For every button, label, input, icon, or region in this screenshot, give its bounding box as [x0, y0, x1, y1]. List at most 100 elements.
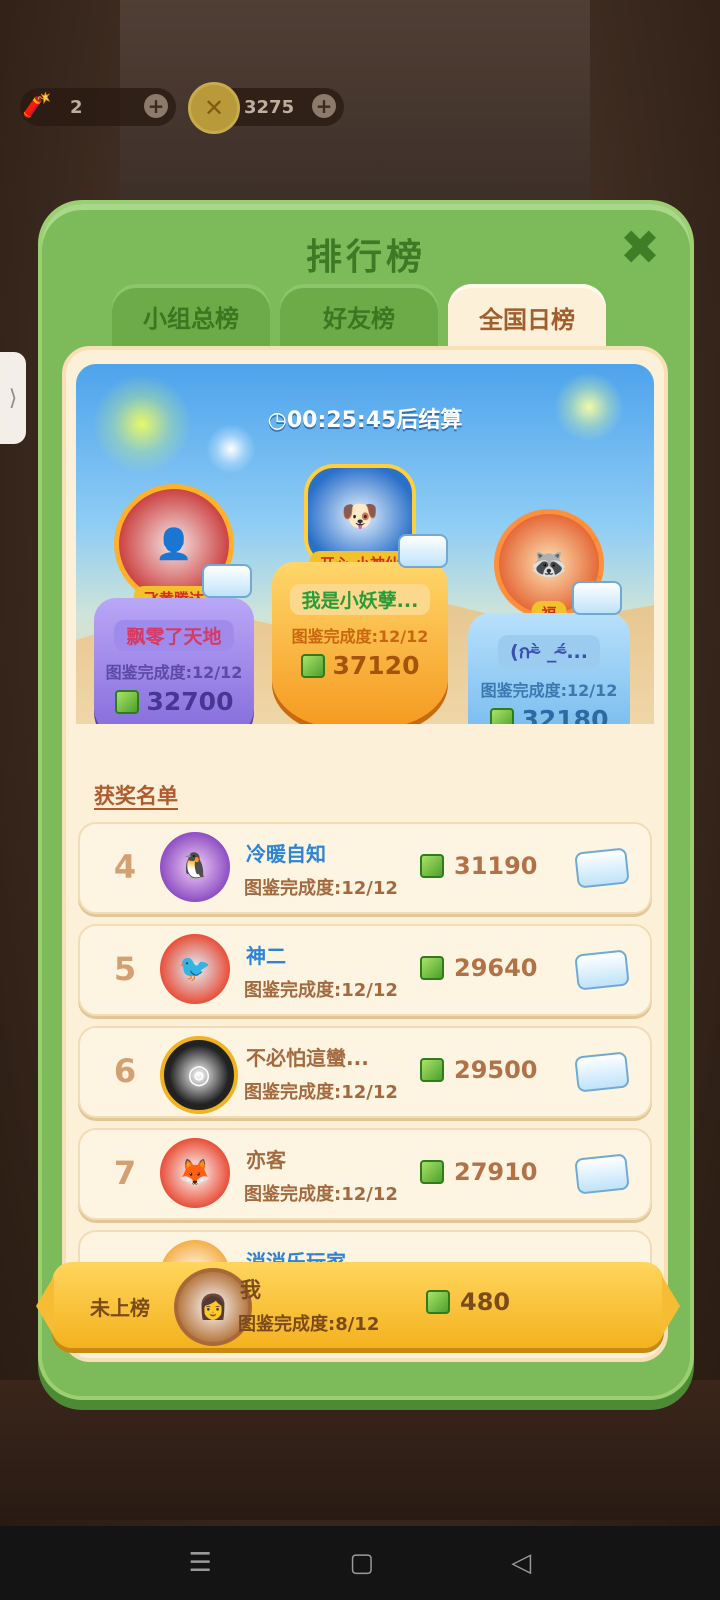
- ranking-list[interactable]: 4 🐧 冷暖自知 图鉴完成度:12/12 31190 5 🐦 神二 图鉴完成度:…: [78, 822, 652, 1332]
- score-value: 31190: [454, 852, 538, 880]
- settlement-timer: ◷00:25:45后结算: [76, 402, 654, 434]
- timer-text: 00:25:45后结算: [286, 408, 463, 433]
- collection-progress: 图鉴完成度:12/12: [244, 1082, 398, 1103]
- dialog-title: 排行榜: [305, 237, 426, 278]
- my-score: 480: [426, 1288, 510, 1316]
- score-value: 32700: [146, 687, 234, 716]
- tab-national-daily[interactable]: 全国日榜: [448, 284, 606, 350]
- my-collection-progress: 图鉴完成度:8/12: [238, 1314, 380, 1335]
- system-nav-bar: ☰ ▢ ◁: [0, 1526, 720, 1600]
- home-icon[interactable]: ▢: [349, 1548, 374, 1578]
- add-item-button[interactable]: +: [144, 94, 168, 118]
- list-item[interactable]: 7 🦊 亦客 图鉴完成度:12/12 27910: [78, 1128, 652, 1220]
- raccoon-icon: 🦝: [530, 546, 568, 582]
- score: 29640: [420, 954, 538, 982]
- rank-number: 5: [113, 950, 137, 988]
- firecracker-icon: 🧨: [22, 91, 52, 119]
- close-button[interactable]: ✖: [614, 222, 666, 274]
- blue-dog-icon: 🐶: [341, 498, 379, 534]
- spiral-icon: ◎: [187, 1060, 211, 1090]
- my-rank-status: 未上榜: [90, 1296, 150, 1320]
- podium-third[interactable]: 🦝 福 (ก⁼̴̀ _⁼̴́... 图鉴完成度:12/12 32180: [468, 509, 630, 724]
- collection-progress: 图鉴完成度:12/12: [244, 878, 398, 899]
- podium-first[interactable]: 🐶 开心 小神仙 我是小妖孽... 图鉴完成度:12/12 37120: [272, 464, 448, 724]
- coin-icon: ✕: [188, 82, 240, 134]
- bird-icon: 🐦: [178, 954, 212, 984]
- score-value: 27910: [454, 1158, 538, 1186]
- podium-card: 飘零了天地 图鉴完成度:12/12 32700: [94, 598, 254, 724]
- collection-progress: 图鉴完成度:12/12: [244, 1184, 398, 1205]
- green-cube-icon: [420, 1160, 444, 1184]
- currency-bar: 🧨 2 + ✕ 3275 +: [20, 82, 344, 134]
- player-name: 飘零了天地: [114, 620, 234, 651]
- avatar: ◎: [160, 1036, 238, 1114]
- player-portrait-icon: 👩: [198, 1293, 228, 1321]
- reward-box-icon: [574, 1051, 630, 1093]
- rank-number: 7: [113, 1154, 137, 1192]
- back-icon[interactable]: ◁: [511, 1548, 531, 1578]
- score: 29500: [420, 1056, 538, 1084]
- reward-box-icon: [574, 949, 630, 991]
- player-portrait-icon: 👤: [155, 526, 193, 562]
- score: 32180: [476, 705, 622, 724]
- podium-stage: ◷00:25:45后结算 👤 飞黄腾达 飘零了天地 图鉴完成度:12/12 32…: [76, 364, 654, 724]
- score-value: 37120: [332, 651, 420, 680]
- score-value: 29500: [454, 1056, 538, 1084]
- green-cube-icon: [300, 653, 325, 678]
- winners-list-title: 获奖名单: [94, 784, 178, 808]
- green-cube-icon: [114, 689, 139, 714]
- reward-box-icon: [574, 847, 630, 889]
- coin-count: 3275: [244, 96, 295, 118]
- score-value: 29640: [454, 954, 538, 982]
- podium-card: 我是小妖孽... 图鉴完成度:12/12 37120: [272, 562, 448, 724]
- player-name: 冷暖自知: [246, 842, 326, 866]
- list-item[interactable]: 4 🐧 冷暖自知 图鉴完成度:12/12 31190: [78, 822, 652, 914]
- tab-group-total[interactable]: 小组总榜: [112, 284, 270, 348]
- player-name: 亦客: [246, 1148, 286, 1172]
- score: 32700: [102, 687, 246, 716]
- reward-box-icon: [398, 534, 448, 568]
- tab-friends[interactable]: 好友榜: [280, 284, 438, 348]
- rank-number: 6: [113, 1052, 137, 1090]
- player-name: 神二: [246, 944, 286, 968]
- add-coin-button[interactable]: +: [312, 94, 336, 118]
- score: 31190: [420, 852, 538, 880]
- player-name: 不必怕這蠻...: [246, 1046, 369, 1070]
- my-rank-bar[interactable]: 未上榜 👩 我 图鉴完成度:8/12 480: [36, 1262, 680, 1348]
- leaderboard-tabs: 小组总榜 好友榜 全国日榜: [112, 284, 606, 350]
- collection-progress: 图鉴完成度:12/12: [244, 980, 398, 1001]
- coin-counter: ✕ 3275 +: [188, 82, 344, 134]
- score: 37120: [280, 651, 440, 680]
- my-score-value: 480: [460, 1288, 511, 1316]
- podium-second[interactable]: 👤 飞黄腾达 飘零了天地 图鉴完成度:12/12 32700: [94, 484, 254, 724]
- avatar: 🦊: [160, 1138, 230, 1208]
- list-item[interactable]: 6 ◎ 不必怕這蠻... 图鉴完成度:12/12 29500: [78, 1026, 652, 1118]
- score-value: 32180: [521, 705, 609, 724]
- rank-number: 4: [113, 848, 137, 886]
- green-cube-icon: [420, 854, 444, 878]
- item-count: 2: [70, 96, 83, 118]
- green-cube-icon: [420, 1058, 444, 1082]
- player-name: (ก⁼̴̀ _⁼̴́...: [497, 635, 600, 669]
- my-name: 我: [240, 1278, 261, 1302]
- collection-progress: 图鉴完成度:12/12: [480, 681, 618, 700]
- score: 27910: [420, 1158, 538, 1186]
- reward-box-icon: [202, 564, 252, 598]
- reward-box-icon: [572, 581, 622, 615]
- clock-icon: ◷: [267, 408, 287, 433]
- leaderboard-dialog: 排行榜 ✖ 小组总榜 好友榜 全国日榜 ◷00:25:45后结算 👤 飞黄腾达 …: [38, 200, 694, 1400]
- list-item[interactable]: 5 🐦 神二 图鉴完成度:12/12 29640: [78, 924, 652, 1016]
- menu-icon[interactable]: ☰: [189, 1548, 212, 1578]
- green-cube-icon: [426, 1290, 450, 1314]
- leaderboard-panel: ◷00:25:45后结算 👤 飞黄腾达 飘零了天地 图鉴完成度:12/12 32…: [62, 346, 668, 1362]
- collection-progress: 图鉴完成度:12/12: [291, 627, 429, 646]
- penguin-icon: 🐧: [178, 852, 212, 882]
- player-name: 我是小妖孽...: [289, 584, 431, 615]
- item-counter: 🧨 2 +: [20, 88, 176, 126]
- green-cube-icon: [489, 707, 514, 724]
- side-drawer-handle[interactable]: ⟩: [0, 352, 26, 444]
- collection-progress: 图鉴完成度:12/12: [105, 663, 243, 682]
- avatar: 🐧: [160, 832, 230, 902]
- reward-box-icon: [574, 1153, 630, 1195]
- fox-icon: 🦊: [178, 1158, 212, 1188]
